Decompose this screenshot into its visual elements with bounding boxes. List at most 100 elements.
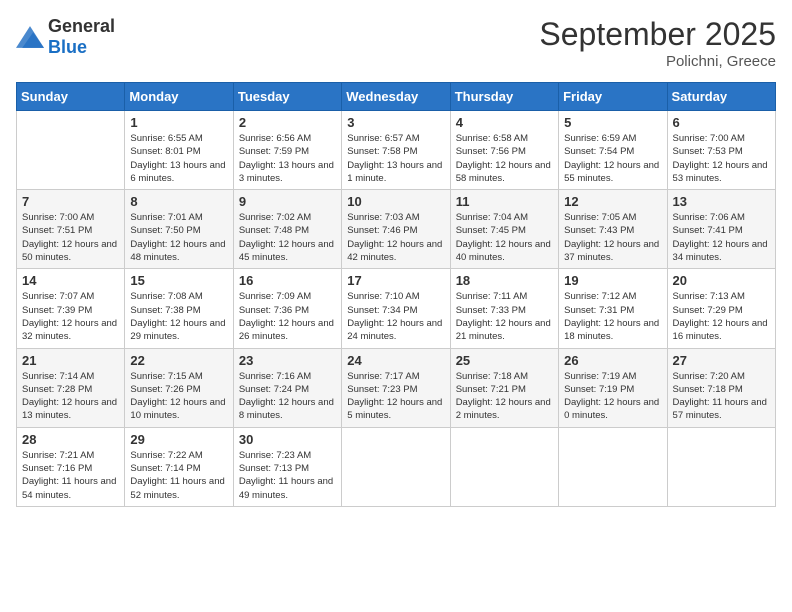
- day-info: Sunrise: 7:04 AMSunset: 7:45 PMDaylight:…: [456, 211, 553, 264]
- logo-blue: Blue: [48, 37, 87, 57]
- day-info: Sunrise: 7:13 AMSunset: 7:29 PMDaylight:…: [673, 290, 770, 343]
- calendar-cell: [559, 427, 667, 506]
- month-title: September 2025: [539, 16, 776, 53]
- day-number: 22: [130, 353, 227, 368]
- day-info: Sunrise: 7:07 AMSunset: 7:39 PMDaylight:…: [22, 290, 119, 343]
- day-number: 24: [347, 353, 444, 368]
- calendar-cell: 17 Sunrise: 7:10 AMSunset: 7:34 PMDayligh…: [342, 269, 450, 348]
- logo-text: General Blue: [48, 16, 115, 58]
- day-number: 30: [239, 432, 336, 447]
- day-number: 25: [456, 353, 553, 368]
- day-info: Sunrise: 7:21 AMSunset: 7:16 PMDaylight:…: [22, 449, 119, 502]
- day-number: 8: [130, 194, 227, 209]
- day-info: Sunrise: 7:12 AMSunset: 7:31 PMDaylight:…: [564, 290, 661, 343]
- calendar-cell: 7Sunrise: 7:00 AMSunset: 7:51 PMDaylight…: [17, 190, 125, 269]
- calendar-cell: 11 Sunrise: 7:04 AMSunset: 7:45 PMDayligh…: [450, 190, 558, 269]
- day-info: Sunrise: 7:02 AMSunset: 7:48 PMDaylight:…: [239, 211, 336, 264]
- day-info: Sunrise: 7:00 AMSunset: 7:53 PMDaylight:…: [673, 132, 770, 185]
- day-number: 9: [239, 194, 336, 209]
- calendar-cell: 21 Sunrise: 7:14 AMSunset: 7:28 PMDayligh…: [17, 348, 125, 427]
- day-info: Sunrise: 6:58 AMSunset: 7:56 PMDaylight:…: [456, 132, 553, 185]
- day-info: Sunrise: 6:59 AMSunset: 7:54 PMDaylight:…: [564, 132, 661, 185]
- day-info: Sunrise: 7:16 AMSunset: 7:24 PMDaylight:…: [239, 370, 336, 423]
- calendar-cell: 2 Sunrise: 6:56 AMSunset: 7:59 PMDaylight…: [233, 111, 341, 190]
- day-info: Sunrise: 7:10 AMSunset: 7:34 PMDaylight:…: [347, 290, 444, 343]
- day-number: 20: [673, 273, 770, 288]
- day-number: 26: [564, 353, 661, 368]
- day-info: Sunrise: 7:08 AMSunset: 7:38 PMDaylight:…: [130, 290, 227, 343]
- day-number: 21: [22, 353, 119, 368]
- calendar-cell: [17, 111, 125, 190]
- logo-icon: [16, 26, 44, 48]
- calendar-cell: 30 Sunrise: 7:23 AMSunset: 7:13 PMDayligh…: [233, 427, 341, 506]
- calendar-cell: 27Sunrise: 7:20 AMSunset: 7:18 PMDayligh…: [667, 348, 775, 427]
- calendar-cell: 15 Sunrise: 7:08 AMSunset: 7:38 PMDayligh…: [125, 269, 233, 348]
- calendar-cell: 20 Sunrise: 7:13 AMSunset: 7:29 PMDayligh…: [667, 269, 775, 348]
- day-number: 12: [564, 194, 661, 209]
- day-number: 14: [22, 273, 119, 288]
- day-number: 17: [347, 273, 444, 288]
- calendar-header-monday: Monday: [125, 83, 233, 111]
- day-info: Sunrise: 7:03 AMSunset: 7:46 PMDaylight:…: [347, 211, 444, 264]
- day-number: 23: [239, 353, 336, 368]
- day-number: 3: [347, 115, 444, 130]
- day-info: Sunrise: 7:15 AMSunset: 7:26 PMDaylight:…: [130, 370, 227, 423]
- calendar-cell: 16 Sunrise: 7:09 AMSunset: 7:36 PMDayligh…: [233, 269, 341, 348]
- day-number: 6: [673, 115, 770, 130]
- day-info: Sunrise: 7:01 AMSunset: 7:50 PMDaylight:…: [130, 211, 227, 264]
- calendar-cell: 10 Sunrise: 7:03 AMSunset: 7:46 PMDayligh…: [342, 190, 450, 269]
- calendar-header-thursday: Thursday: [450, 83, 558, 111]
- day-info: Sunrise: 7:18 AMSunset: 7:21 PMDaylight:…: [456, 370, 553, 423]
- calendar-cell: 14 Sunrise: 7:07 AMSunset: 7:39 PMDayligh…: [17, 269, 125, 348]
- day-number: 5: [564, 115, 661, 130]
- logo-general: General: [48, 16, 115, 36]
- day-info: Sunrise: 7:19 AMSunset: 7:19 PMDaylight:…: [564, 370, 661, 423]
- day-number: 15: [130, 273, 227, 288]
- calendar-cell: 26 Sunrise: 7:19 AMSunset: 7:19 PMDayligh…: [559, 348, 667, 427]
- title-block: September 2025 Polichni, Greece: [539, 16, 776, 70]
- calendar-cell: 13 Sunrise: 7:06 AMSunset: 7:41 PMDayligh…: [667, 190, 775, 269]
- calendar-table: SundayMondayTuesdayWednesdayThursdayFrid…: [16, 82, 776, 507]
- day-number: 18: [456, 273, 553, 288]
- location-title: Polichni, Greece: [539, 53, 776, 70]
- calendar-header-row: SundayMondayTuesdayWednesdayThursdayFrid…: [17, 83, 776, 111]
- calendar-cell: 8 Sunrise: 7:01 AMSunset: 7:50 PMDaylight…: [125, 190, 233, 269]
- calendar-header-tuesday: Tuesday: [233, 83, 341, 111]
- day-number: 11: [456, 194, 553, 209]
- calendar-cell: 19 Sunrise: 7:12 AMSunset: 7:31 PMDayligh…: [559, 269, 667, 348]
- day-info: Sunrise: 7:23 AMSunset: 7:13 PMDaylight:…: [239, 449, 336, 502]
- calendar-week-5: 28 Sunrise: 7:21 AMSunset: 7:16 PMDayligh…: [17, 427, 776, 506]
- day-number: 10: [347, 194, 444, 209]
- day-number: 28: [22, 432, 119, 447]
- calendar-cell: 1Sunrise: 6:55 AMSunset: 8:01 PMDaylight…: [125, 111, 233, 190]
- calendar-header-friday: Friday: [559, 83, 667, 111]
- day-info: Sunrise: 7:09 AMSunset: 7:36 PMDaylight:…: [239, 290, 336, 343]
- day-info: Sunrise: 7:05 AMSunset: 7:43 PMDaylight:…: [564, 211, 661, 264]
- day-number: 7: [22, 194, 119, 209]
- calendar-cell: [667, 427, 775, 506]
- calendar-cell: 24 Sunrise: 7:17 AMSunset: 7:23 PMDayligh…: [342, 348, 450, 427]
- day-number: 16: [239, 273, 336, 288]
- day-info: Sunrise: 7:14 AMSunset: 7:28 PMDaylight:…: [22, 370, 119, 423]
- calendar-cell: 28 Sunrise: 7:21 AMSunset: 7:16 PMDayligh…: [17, 427, 125, 506]
- day-number: 29: [130, 432, 227, 447]
- calendar-cell: [342, 427, 450, 506]
- calendar-week-3: 14 Sunrise: 7:07 AMSunset: 7:39 PMDayligh…: [17, 269, 776, 348]
- day-info: Sunrise: 7:22 AMSunset: 7:14 PMDaylight:…: [130, 449, 227, 502]
- day-info: Sunrise: 6:56 AMSunset: 7:59 PMDaylight:…: [239, 132, 336, 185]
- calendar-cell: 23 Sunrise: 7:16 AMSunset: 7:24 PMDayligh…: [233, 348, 341, 427]
- calendar-week-1: 1Sunrise: 6:55 AMSunset: 8:01 PMDaylight…: [17, 111, 776, 190]
- calendar-cell: 4 Sunrise: 6:58 AMSunset: 7:56 PMDaylight…: [450, 111, 558, 190]
- day-info: Sunrise: 7:06 AMSunset: 7:41 PMDaylight:…: [673, 211, 770, 264]
- day-info: Sunrise: 7:17 AMSunset: 7:23 PMDaylight:…: [347, 370, 444, 423]
- day-number: 13: [673, 194, 770, 209]
- calendar-cell: 18 Sunrise: 7:11 AMSunset: 7:33 PMDayligh…: [450, 269, 558, 348]
- day-number: 19: [564, 273, 661, 288]
- logo: General Blue: [16, 16, 115, 58]
- day-number: 4: [456, 115, 553, 130]
- day-number: 27: [673, 353, 770, 368]
- day-number: 2: [239, 115, 336, 130]
- day-info: Sunrise: 7:11 AMSunset: 7:33 PMDaylight:…: [456, 290, 553, 343]
- calendar-cell: 6 Sunrise: 7:00 AMSunset: 7:53 PMDaylight…: [667, 111, 775, 190]
- calendar-header-saturday: Saturday: [667, 83, 775, 111]
